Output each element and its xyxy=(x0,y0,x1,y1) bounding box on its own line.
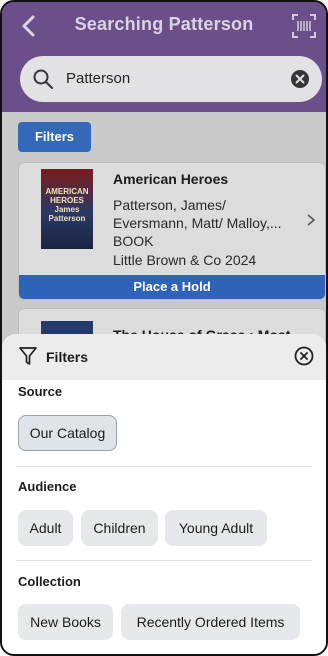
barcode-icon[interactable] xyxy=(290,12,318,40)
book-author-line-1: Patterson, James/ xyxy=(113,197,226,213)
search-input[interactable]: Patterson xyxy=(66,70,130,87)
clear-icon[interactable] xyxy=(290,69,310,89)
chip-our-catalog[interactable]: Our Catalog xyxy=(18,415,117,451)
chevron-right-icon[interactable] xyxy=(305,213,317,227)
chip-children[interactable]: Children xyxy=(81,510,158,546)
app-screen: Searching Patterson Patterson Filters AM… xyxy=(0,0,328,656)
chip-adult[interactable]: Adult xyxy=(18,510,73,546)
book-title[interactable]: American Heroes xyxy=(113,171,228,187)
chip-recently-ordered-items[interactable]: Recently Ordered Items xyxy=(121,604,300,640)
search-field[interactable]: Patterson xyxy=(20,56,322,102)
close-icon[interactable] xyxy=(294,346,314,366)
book-format: BOOK xyxy=(113,233,154,249)
section-title-audience: Audience xyxy=(18,479,77,494)
chip-new-books[interactable]: New Books xyxy=(18,604,113,640)
page-title: Searching Patterson xyxy=(74,14,254,34)
result-card[interactable]: AMERICAN HEROES James Patterson American… xyxy=(18,162,326,300)
chip-young-adult[interactable]: Young Adult xyxy=(165,510,267,546)
book-author-line-2: Eversmann, Matt/ Malloy,... xyxy=(113,215,282,231)
divider xyxy=(16,466,312,467)
filters-sheet: Filters Source Our Catalog Audience Adul… xyxy=(2,334,326,654)
filters-sheet-header: Filters xyxy=(2,334,326,380)
header: Searching Patterson Patterson xyxy=(2,2,326,112)
divider xyxy=(16,560,312,561)
place-hold-button[interactable]: Place a Hold xyxy=(19,275,325,299)
book-publisher: Little Brown & Co 2024 xyxy=(113,252,257,268)
search-icon xyxy=(33,69,53,89)
filters-button[interactable]: Filters xyxy=(18,122,91,152)
book-cover-text: AMERICAN HEROES James Patterson xyxy=(45,187,89,223)
section-title-collection: Collection xyxy=(18,574,81,589)
filter-icon xyxy=(19,347,37,365)
filters-sheet-title: Filters xyxy=(46,349,89,365)
book-cover: AMERICAN HEROES James Patterson xyxy=(41,169,93,249)
section-title-source: Source xyxy=(18,384,63,399)
